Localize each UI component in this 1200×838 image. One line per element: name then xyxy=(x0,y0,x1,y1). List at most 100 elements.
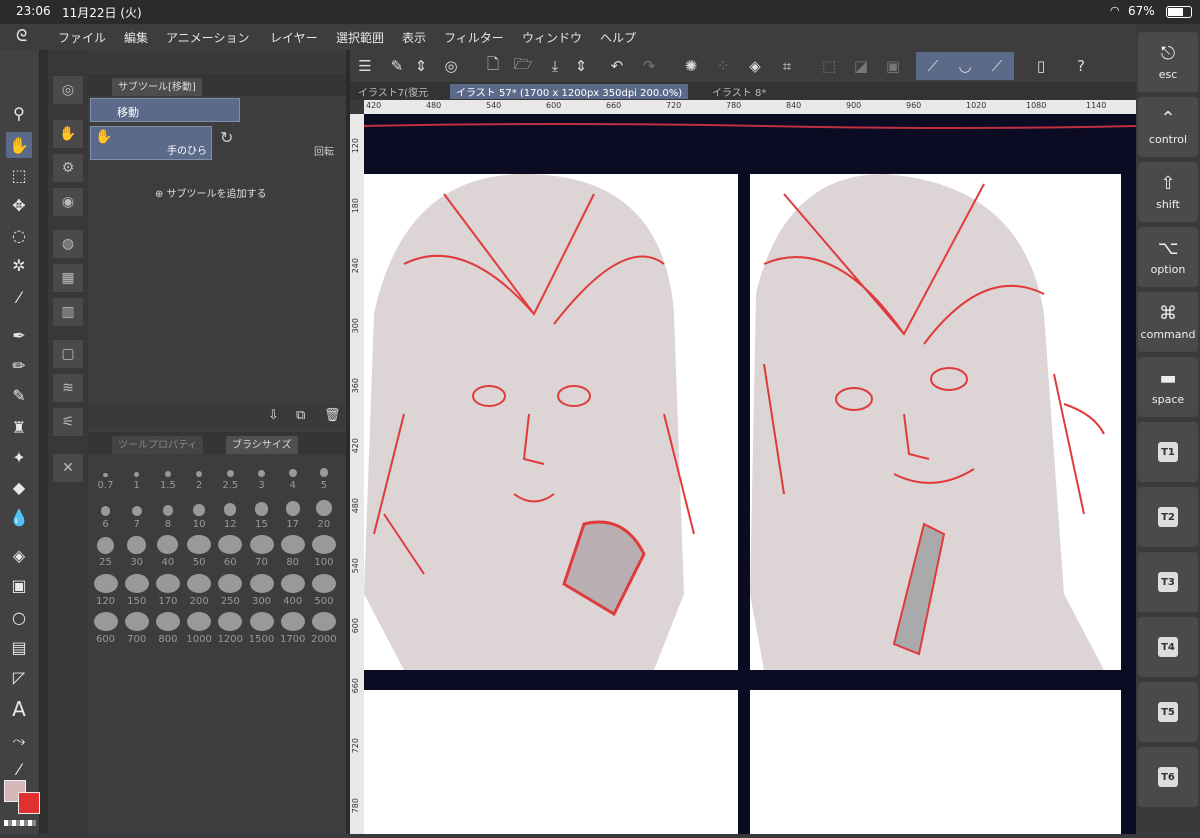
brush-size-170[interactable]: 170 xyxy=(152,573,183,607)
doc-tab-2[interactable]: イラスト 57* (1700 x 1200px 350dpi 200.0%) xyxy=(450,84,689,99)
subtool-tab[interactable]: サブツール[移動] xyxy=(112,78,202,96)
redo-icon[interactable]: ↷ xyxy=(636,54,662,78)
menu-filter[interactable]: フィルター xyxy=(444,29,504,46)
move-hand-tool-icon[interactable]: ✋ xyxy=(6,132,32,158)
sub-color-swatch[interactable] xyxy=(18,792,40,814)
device-icon[interactable]: ▯ xyxy=(1028,54,1054,78)
menu-animation[interactable]: アニメーション xyxy=(166,29,250,46)
transform-icon[interactable]: ⌗ xyxy=(774,54,800,78)
pen-tool-icon[interactable]: ✒ xyxy=(6,322,32,348)
decoration-tool-icon[interactable]: ✦ xyxy=(6,444,32,470)
brush-size-8[interactable]: 8 xyxy=(152,497,183,530)
brush-size-5[interactable]: 5 xyxy=(308,458,339,491)
brush-size-120[interactable]: 120 xyxy=(90,573,121,607)
brush-size-150[interactable]: 150 xyxy=(121,573,152,607)
key-space[interactable]: ▬ space xyxy=(1138,357,1198,417)
brush-size-800[interactable]: 800 xyxy=(152,612,183,645)
frame-tool-icon[interactable]: ▤ xyxy=(6,634,32,660)
layers-icon[interactable]: ≋ xyxy=(53,374,83,402)
menu-layer[interactable]: レイヤー xyxy=(270,29,318,46)
brush-size-40[interactable]: 40 xyxy=(152,535,183,568)
app-icon[interactable]: ◎ xyxy=(438,54,464,78)
key-t1[interactable]: T1 xyxy=(1138,422,1198,482)
key-esc[interactable]: ⎋ esc xyxy=(1138,32,1198,92)
transparent-color-swatch[interactable] xyxy=(4,820,36,826)
snap-ruler-icon[interactable]: ⟋ xyxy=(920,54,946,78)
object-tool-icon[interactable]: ⬚ xyxy=(6,162,32,188)
canvas[interactable] xyxy=(363,114,1137,834)
help-icon[interactable]: ? xyxy=(1068,54,1094,78)
menu-selection[interactable]: 選択範囲 xyxy=(336,29,384,46)
snap-grid-icon[interactable]: ⟋ xyxy=(984,54,1010,78)
deselect-icon[interactable]: ⬚ xyxy=(816,54,842,78)
chevron-updown-icon[interactable]: ⇕ xyxy=(408,54,434,78)
undo-icon[interactable]: ↶ xyxy=(604,54,630,78)
brush-size-500[interactable]: 500 xyxy=(308,573,339,607)
pencil-tool-icon[interactable]: ✏ xyxy=(6,352,32,378)
brush-size-1.5[interactable]: 1.5 xyxy=(152,458,183,491)
brush-size-80[interactable]: 80 xyxy=(277,535,308,568)
open-folder-icon[interactable]: 🗁 xyxy=(510,54,536,78)
brush-size-25[interactable]: 25 xyxy=(90,535,121,568)
brush-size-0.7[interactable]: 0.7 xyxy=(90,458,121,491)
doc-tab-3[interactable]: イラスト 8* xyxy=(706,84,772,99)
zoom-tool-icon[interactable]: ⚲ xyxy=(6,100,32,126)
snap-special-ruler-icon[interactable]: ◡ xyxy=(952,54,978,78)
layer-search-icon[interactable]: ⚟ xyxy=(53,408,83,436)
brush-size-600[interactable]: 600 xyxy=(90,612,121,645)
key-option[interactable]: ⌥ option xyxy=(1138,227,1198,287)
brush-size-3[interactable]: 3 xyxy=(246,458,277,491)
tool-property-icon[interactable]: ⚙ xyxy=(53,154,83,182)
brush-size-12[interactable]: 12 xyxy=(215,497,246,530)
app-logo-icon[interactable]: ᘓ xyxy=(16,26,27,46)
brush-tool-icon[interactable]: ✎ xyxy=(6,382,32,408)
selection-border-icon[interactable]: ▣ xyxy=(880,54,906,78)
menu-file[interactable]: ファイル xyxy=(58,29,106,46)
brush-size-250[interactable]: 250 xyxy=(215,573,246,607)
menu-window[interactable]: ウィンドウ xyxy=(522,29,582,46)
tool-property-tab[interactable]: ツールプロパティ xyxy=(112,436,204,454)
close-panel-icon[interactable]: ✕ xyxy=(53,454,83,482)
chevron-updown-icon-2[interactable]: ⇕ xyxy=(568,54,594,78)
subtool-hand[interactable]: ✋ 手のひら xyxy=(90,126,212,160)
fill-bucket-icon[interactable]: ◈ xyxy=(742,54,768,78)
new-file-icon[interactable]: 🗋 xyxy=(480,54,506,78)
blend-tool-icon[interactable]: 💧 xyxy=(6,504,32,530)
copy-subtool-icon[interactable]: ⇩ xyxy=(268,408,279,423)
correction-tool-icon[interactable]: ⁄ xyxy=(6,756,32,782)
subtool-rotate[interactable]: ↻ 回転 xyxy=(214,126,338,160)
delete-subtool-icon[interactable]: 🗑 xyxy=(324,408,341,423)
lasso-tool-icon[interactable]: ◌ xyxy=(6,222,32,248)
brush-size-10[interactable]: 10 xyxy=(184,497,215,530)
subtool-group-move[interactable]: 移動 xyxy=(90,98,240,122)
doc-tab-1[interactable]: イラスト7(復元 xyxy=(352,84,434,99)
brush-size-300[interactable]: 300 xyxy=(246,573,277,607)
brush-size-1700[interactable]: 1700 xyxy=(277,612,308,645)
key-t5[interactable]: T5 xyxy=(1138,682,1198,742)
brush-size-1200[interactable]: 1200 xyxy=(215,612,246,645)
figure-tool-icon[interactable]: ○ xyxy=(6,604,32,630)
fill-tool-icon[interactable]: ◈ xyxy=(6,542,32,568)
key-command[interactable]: ⌘ command xyxy=(1138,292,1198,352)
brush-size-700[interactable]: 700 xyxy=(121,612,152,645)
brush-size-2.5[interactable]: 2.5 xyxy=(215,458,246,491)
layer-property-icon[interactable]: ▢ xyxy=(53,340,83,368)
brush-size-15[interactable]: 15 xyxy=(246,497,277,530)
brush-size-7[interactable]: 7 xyxy=(121,497,152,530)
brush-size-1[interactable]: 1 xyxy=(121,458,152,491)
brush-size-1500[interactable]: 1500 xyxy=(246,612,277,645)
brush-size-4[interactable]: 4 xyxy=(277,458,308,491)
key-t2[interactable]: T2 xyxy=(1138,487,1198,547)
save-icon[interactable]: ⤓ xyxy=(542,54,568,78)
eraser-tool-icon[interactable]: ◆ xyxy=(6,474,32,500)
move-layer-tool-icon[interactable]: ✥ xyxy=(6,192,32,218)
ruler-tool-icon[interactable]: ⤳ xyxy=(6,728,32,754)
invert-selection-icon[interactable]: ◪ xyxy=(848,54,874,78)
text-tool-icon[interactable]: A xyxy=(6,696,32,722)
edit-icon[interactable]: ✎ xyxy=(384,54,410,78)
brush-size-400[interactable]: 400 xyxy=(277,573,308,607)
color-wheel-icon[interactable]: ◍ xyxy=(53,230,83,258)
key-t6[interactable]: T6 xyxy=(1138,747,1198,807)
brush-size-2000[interactable]: 2000 xyxy=(308,612,339,645)
key-shift[interactable]: ⇧ shift xyxy=(1138,162,1198,222)
